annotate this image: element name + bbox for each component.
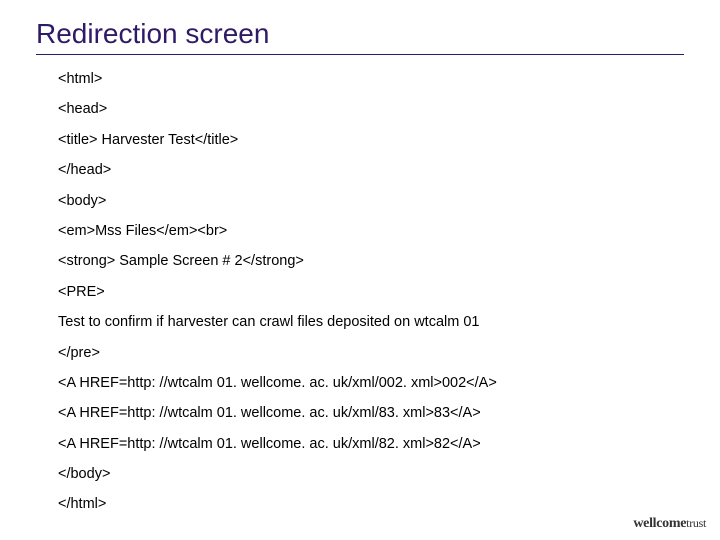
code-line: <head> bbox=[58, 101, 684, 118]
code-line: </body> bbox=[58, 466, 684, 483]
code-line: <strong> Sample Screen # 2</strong> bbox=[58, 253, 684, 270]
code-line: <title> Harvester Test</title> bbox=[58, 132, 684, 149]
code-line: </head> bbox=[58, 162, 684, 179]
code-line: <A HREF=http: //wtcalm 01. wellcome. ac.… bbox=[58, 375, 684, 392]
code-line: <html> bbox=[58, 71, 684, 88]
code-line: <A HREF=http: //wtcalm 01. wellcome. ac.… bbox=[58, 436, 684, 453]
code-line: <A HREF=http: //wtcalm 01. wellcome. ac.… bbox=[58, 405, 684, 422]
code-line: <body> bbox=[58, 193, 684, 210]
slide: Redirection screen <html> <head> <title>… bbox=[0, 0, 720, 540]
code-line: </html> bbox=[58, 496, 684, 513]
code-listing: <html> <head> <title> Harvester Test</ti… bbox=[36, 61, 684, 514]
code-line: </pre> bbox=[58, 345, 684, 362]
wellcome-trust-logo: wellcometrust bbox=[633, 516, 706, 532]
slide-title: Redirection screen bbox=[36, 18, 684, 55]
code-line: Test to confirm if harvester can crawl f… bbox=[58, 314, 684, 331]
logo-brand: wellcome bbox=[633, 516, 686, 531]
logo-suffix: trust bbox=[686, 516, 706, 530]
code-line: <PRE> bbox=[58, 284, 684, 301]
code-line: <em>Mss Files</em><br> bbox=[58, 223, 684, 240]
